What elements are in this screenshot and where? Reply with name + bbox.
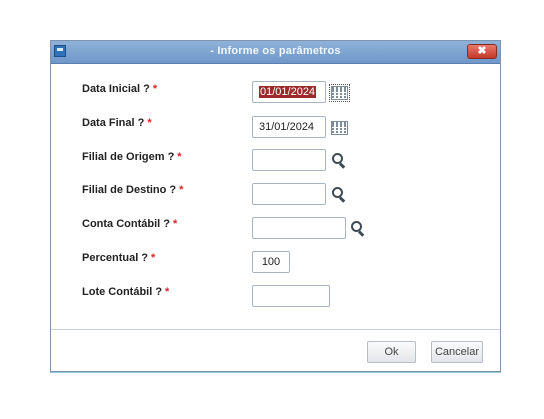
filial-origem-label: Filial de Origem ? * — [82, 151, 182, 163]
percentual-label-text: Percentual ? — [82, 252, 149, 264]
data-final-label: Data Final ? * — [82, 117, 152, 129]
required-marker: * — [165, 286, 170, 298]
filial-destino-label: Filial de Destino ? * — [82, 184, 183, 196]
conta-contabil-label: Conta Contábil ? * — [82, 218, 177, 230]
conta-contabil-label-text: Conta Contábil ? — [82, 218, 170, 230]
dialog-titlebar[interactable]: - Informe os parâmetros ✖ — [51, 41, 500, 64]
calendar-icon[interactable] — [331, 121, 348, 135]
data-final-value: 31/01/2024 — [259, 121, 315, 133]
lote-contabil-label: Lote Contábil ? * — [82, 286, 169, 298]
footer-divider — [51, 329, 500, 330]
lote-contabil-label-text: Lote Contábil ? — [82, 286, 163, 298]
calendar-icon[interactable] — [329, 84, 350, 102]
data-final-label-text: Data Final ? — [82, 117, 145, 129]
parameters-dialog: - Informe os parâmetros ✖ Data Inicial ?… — [50, 40, 501, 372]
dialog-bottom-accent — [50, 372, 501, 373]
dialog-title: - Informe os parâmetros — [210, 45, 341, 57]
search-icon[interactable] — [351, 221, 365, 235]
conta-contabil-field[interactable] — [252, 217, 346, 239]
filial-origem-field[interactable] — [252, 149, 326, 171]
percentual-value: 100 — [261, 256, 281, 268]
search-icon[interactable] — [332, 187, 346, 201]
search-icon[interactable] — [332, 153, 346, 167]
ok-button[interactable]: Ok — [367, 341, 416, 363]
percentual-label: Percentual ? * — [82, 252, 155, 264]
filial-destino-label-text: Filial de Destino ? — [82, 184, 177, 196]
lote-contabil-field[interactable] — [252, 285, 330, 307]
filial-origem-label-text: Filial de Origem ? — [82, 151, 175, 163]
data-inicial-field[interactable]: 01/01/2024 — [252, 81, 326, 103]
data-final-field[interactable]: 31/01/2024 — [252, 116, 326, 138]
cancel-button[interactable]: Cancelar — [431, 341, 483, 363]
required-marker: * — [151, 252, 156, 264]
required-marker: * — [179, 184, 184, 196]
filial-destino-field[interactable] — [252, 183, 326, 205]
percentual-field[interactable]: 100 — [252, 251, 290, 273]
required-marker: * — [147, 117, 152, 129]
data-inicial-label-text: Data Inicial ? — [82, 83, 150, 95]
close-button[interactable]: ✖ — [467, 44, 497, 59]
data-inicial-value: 01/01/2024 — [259, 86, 317, 98]
data-inicial-label: Data Inicial ? * — [82, 83, 157, 95]
required-marker: * — [152, 83, 158, 95]
required-marker: * — [173, 218, 178, 230]
required-marker: * — [177, 151, 182, 163]
